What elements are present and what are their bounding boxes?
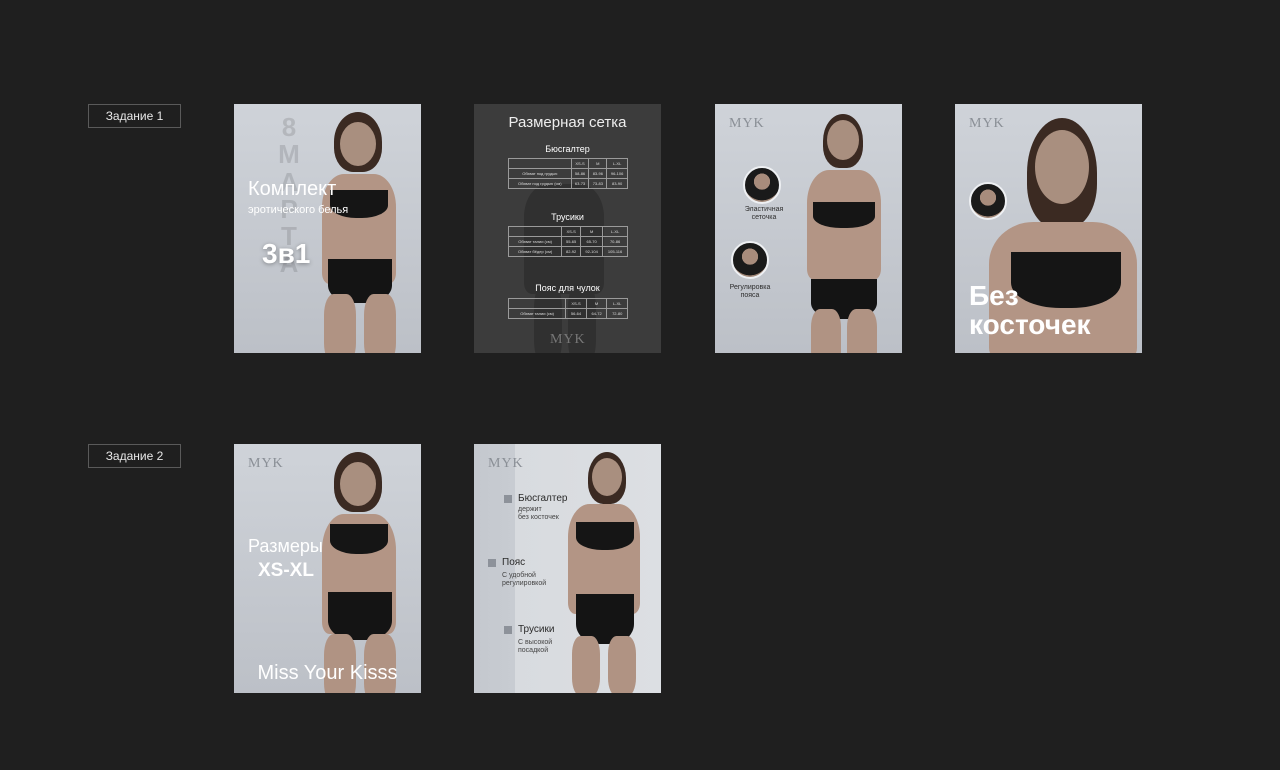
model-photo <box>785 104 902 353</box>
card1-set: 3в1 <box>262 238 311 269</box>
brand-logo: MYK <box>488 456 524 471</box>
sizes-title: Размеры <box>248 536 323 556</box>
square-bullet-icon <box>504 626 512 634</box>
size-table-bra: XS-S M L-XL Обхват под грудью 58-86 83-96 96-… <box>508 158 628 189</box>
card-kit-3in1[interactable]: 8МА РТА Комплект эротического белья 3в1 <box>234 104 421 353</box>
section-panties-title: Трусики <box>551 212 584 222</box>
section-belt-title: Пояс для чулок <box>535 283 600 293</box>
sizes-range: XS-XL <box>258 560 314 581</box>
model-photo <box>554 444 659 693</box>
brand-logo: MYK <box>248 456 284 471</box>
no-wires-line1: Без <box>969 280 1019 311</box>
model-photo-bg <box>504 164 624 353</box>
detail-bra-circle <box>969 182 1007 220</box>
card-no-wires[interactable]: MYK Без косточек <box>955 104 1142 353</box>
card-components[interactable]: MYK Бюсгалтер держит без косточек Пояс С… <box>474 444 661 693</box>
size-chart-title: Размерная сетка <box>508 114 627 131</box>
detail-mesh-circle <box>743 166 781 204</box>
card1-title: Комплект <box>248 178 337 200</box>
model-photo <box>294 104 421 353</box>
detail-belt-circle <box>731 241 769 279</box>
card-size-chart[interactable]: Размерная сетка Бюсгалтер XS-S M L-XL Обхв… <box>474 104 661 353</box>
feature-belt-label: Регулировка пояса <box>729 284 771 300</box>
card-sizes[interactable]: MYK Размеры XS-XL Miss Your Kisss <box>234 444 421 693</box>
task2-label: Задание 2 <box>88 444 181 468</box>
section-bra-title: Бюсгалтер <box>545 144 590 154</box>
size-table-panties: XS-S M L-XL Обхват талии (см) 55-65 65-70 70-… <box>507 226 628 257</box>
size-table-belt: XS-S M L-XL Обхват талии (см) 56-64 64-72 72-… <box>507 298 628 319</box>
card1-subtitle: эротического белья <box>248 204 349 216</box>
brand-logo: MYK <box>729 116 765 131</box>
square-bullet-icon <box>504 495 512 503</box>
feature-mesh-label: Эластичная сеточка <box>744 206 784 222</box>
brand-logo: MYK <box>550 332 586 347</box>
no-wires-line2: косточек <box>969 309 1091 340</box>
task1-label: Задание 1 <box>88 104 181 128</box>
card-features[interactable]: MYK Эластичная сеточка Регулировка пояса <box>715 104 902 353</box>
square-bullet-icon <box>488 559 496 567</box>
slogan: Miss Your Kisss <box>257 662 398 684</box>
